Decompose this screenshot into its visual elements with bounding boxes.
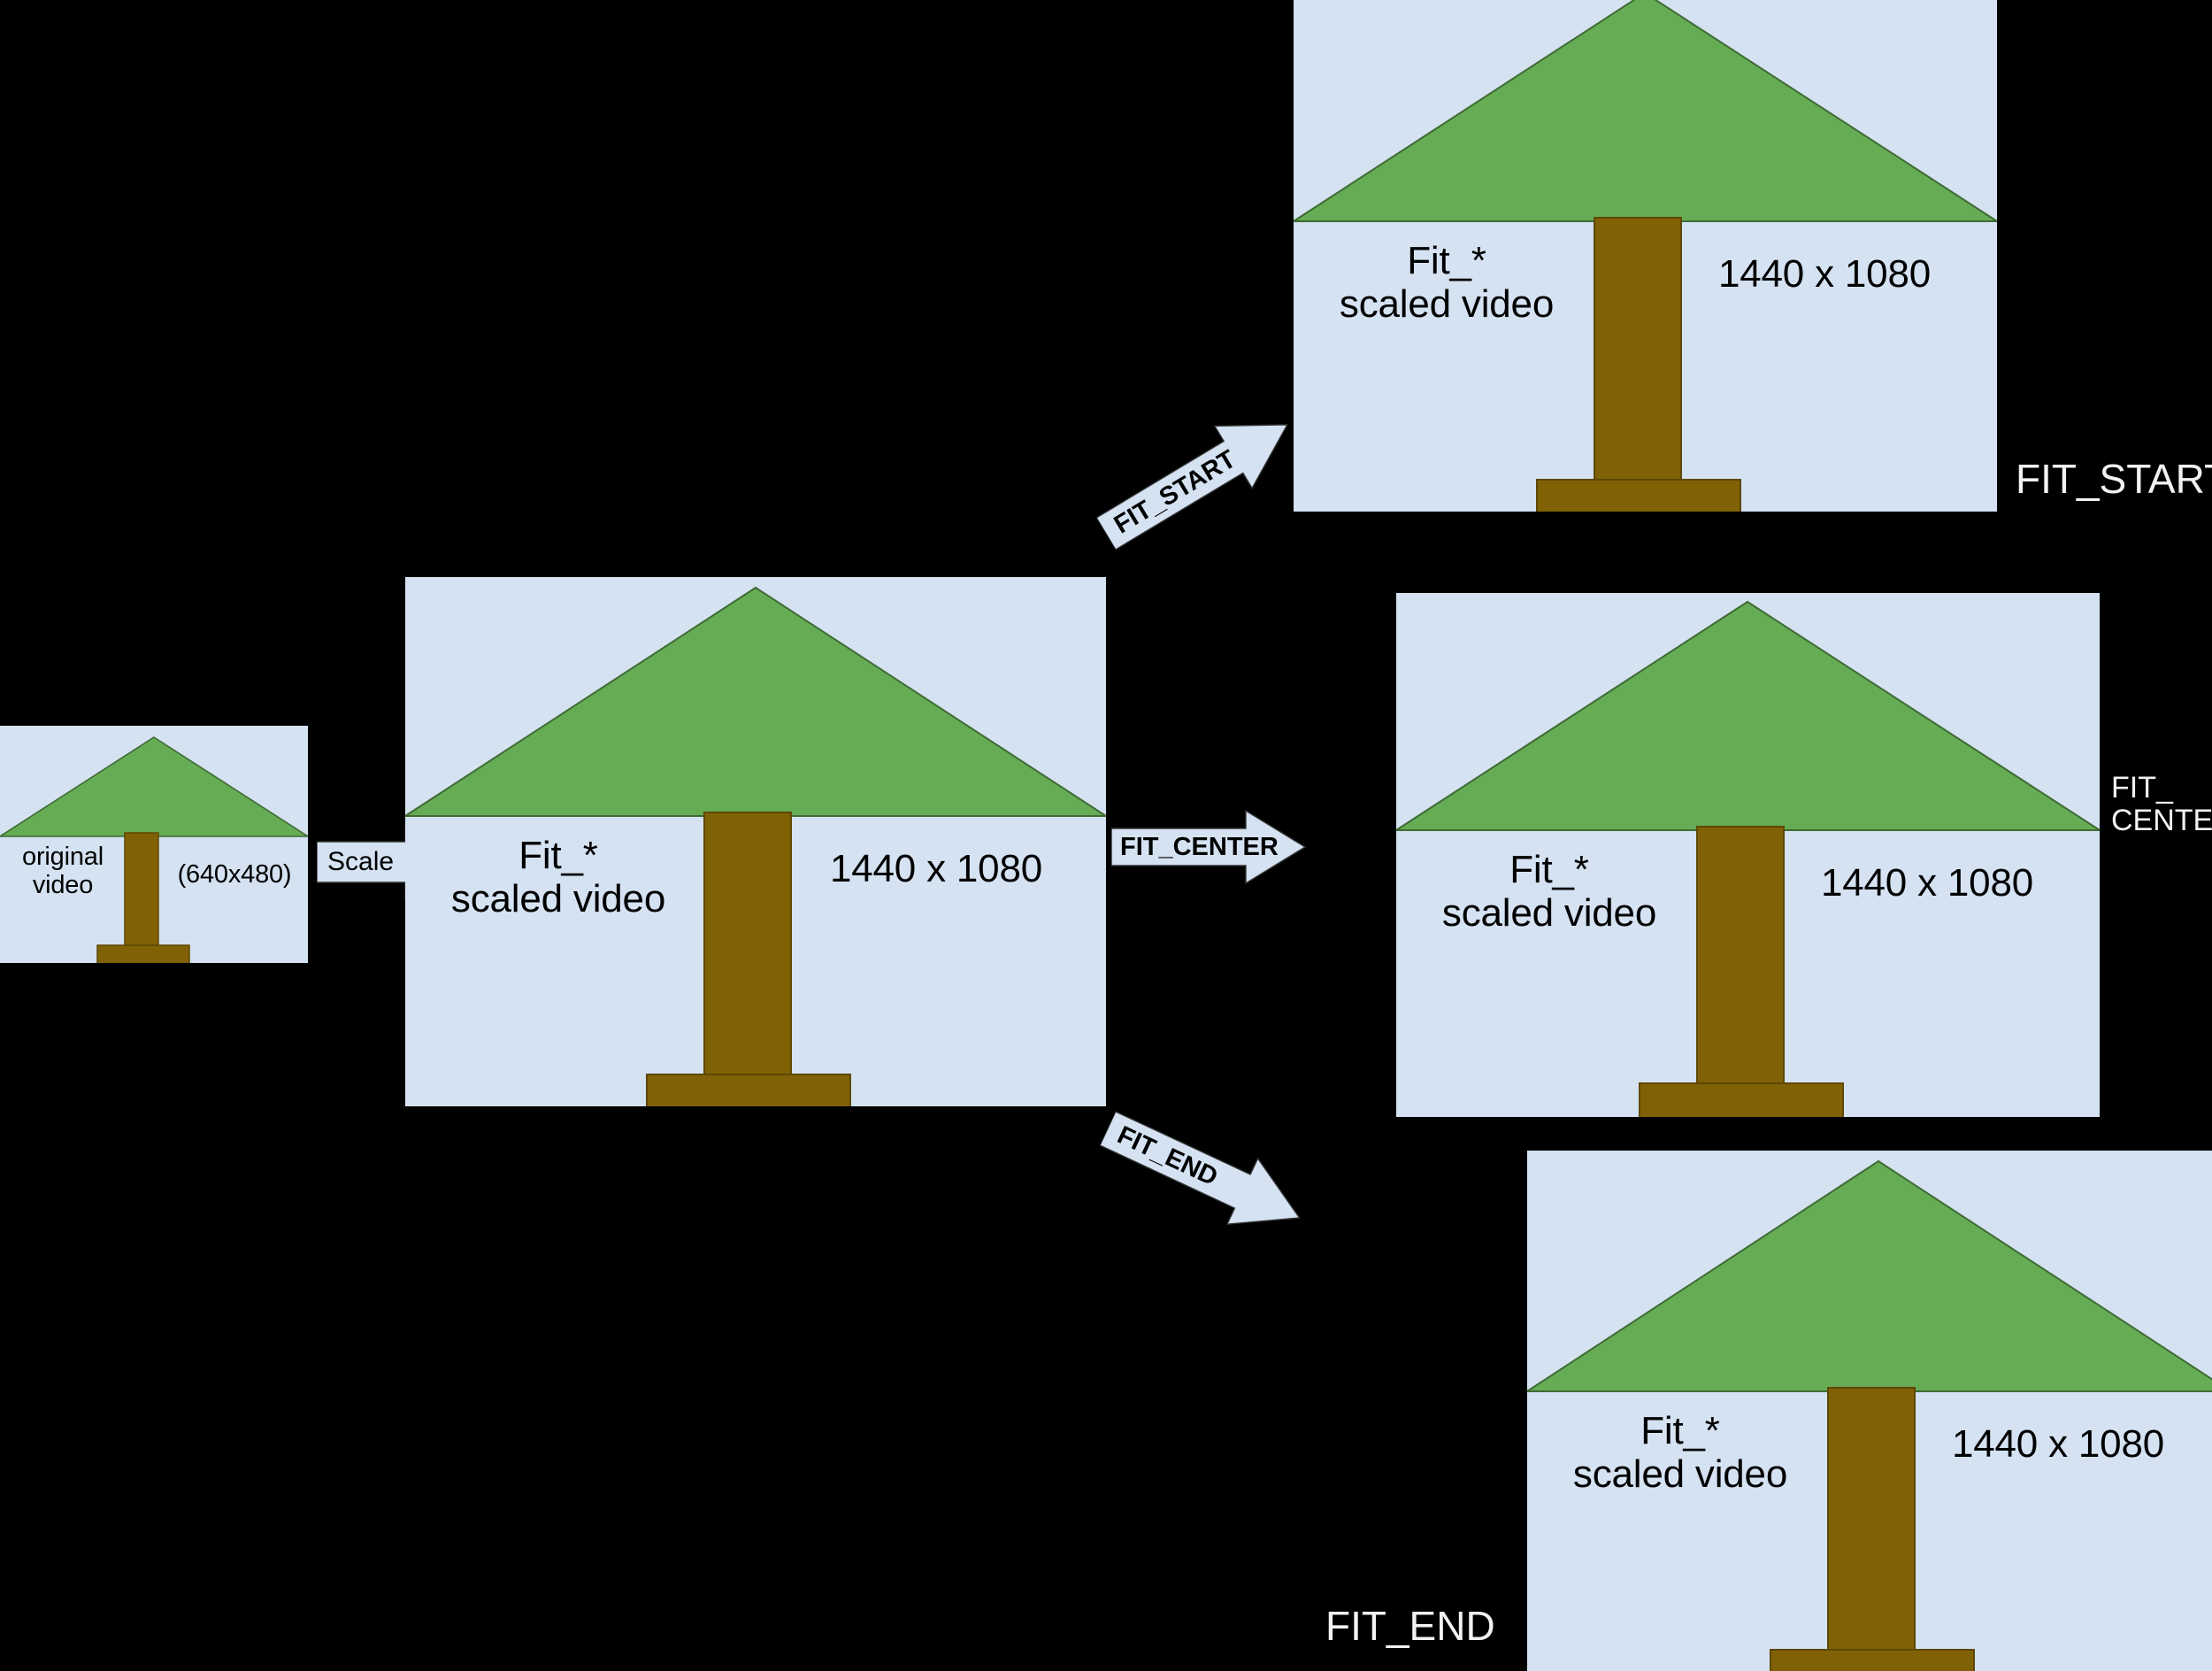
scaled-video-label: Fit_* scaled video	[450, 834, 666, 921]
fit-start-mode-label: FIT_START	[2016, 456, 2212, 502]
fit-center-arrow[interactable]: FIT_CENTER	[1111, 809, 1306, 885]
fit-end-mode-label: FIT_END	[1325, 1603, 1495, 1649]
scaled-video-resolution: 1440 x 1080	[829, 847, 1042, 890]
fit-center-panel: Fit_* scaled video 1440 x 1080	[1396, 593, 2100, 1117]
original-video-resolution: (640x480)	[177, 860, 292, 889]
fit-start-panel-label: Fit_* scaled video	[1339, 239, 1555, 327]
fit-end-panel: Fit_* scaled video 1440 x 1080	[1527, 1151, 2212, 1671]
fit-center-arrow-label: FIT_CENTER	[1120, 832, 1279, 861]
fit-center-mode-label: FIT_ CENTER	[2111, 771, 2212, 838]
fit-end-panel-label: Fit_* scaled video	[1572, 1409, 1788, 1497]
diagram-canvas: original video (640x480) Scale Fit_* sca…	[0, 0, 2212, 1671]
scaled-video-panel: Fit_* scaled video 1440 x 1080	[405, 577, 1106, 1106]
fit-start-panel-resolution: 1440 x 1080	[1717, 252, 1931, 296]
fit-center-panel-label: Fit_* scaled video	[1441, 848, 1657, 936]
fit-end-arrow[interactable]: FIT_END	[1092, 1094, 1317, 1252]
fit-start-arrow[interactable]: FIT_START	[1087, 392, 1308, 566]
original-video-label: original video	[22, 843, 104, 900]
original-video-panel: original video (640x480)	[0, 726, 308, 963]
fit-end-panel-resolution: 1440 x 1080	[1951, 1422, 2164, 1466]
scale-arrow-label: Scale	[327, 847, 395, 876]
fit-center-panel-resolution: 1440 x 1080	[1820, 861, 2033, 905]
fit-start-panel: Fit_* scaled video 1440 x 1080	[1294, 0, 1997, 512]
